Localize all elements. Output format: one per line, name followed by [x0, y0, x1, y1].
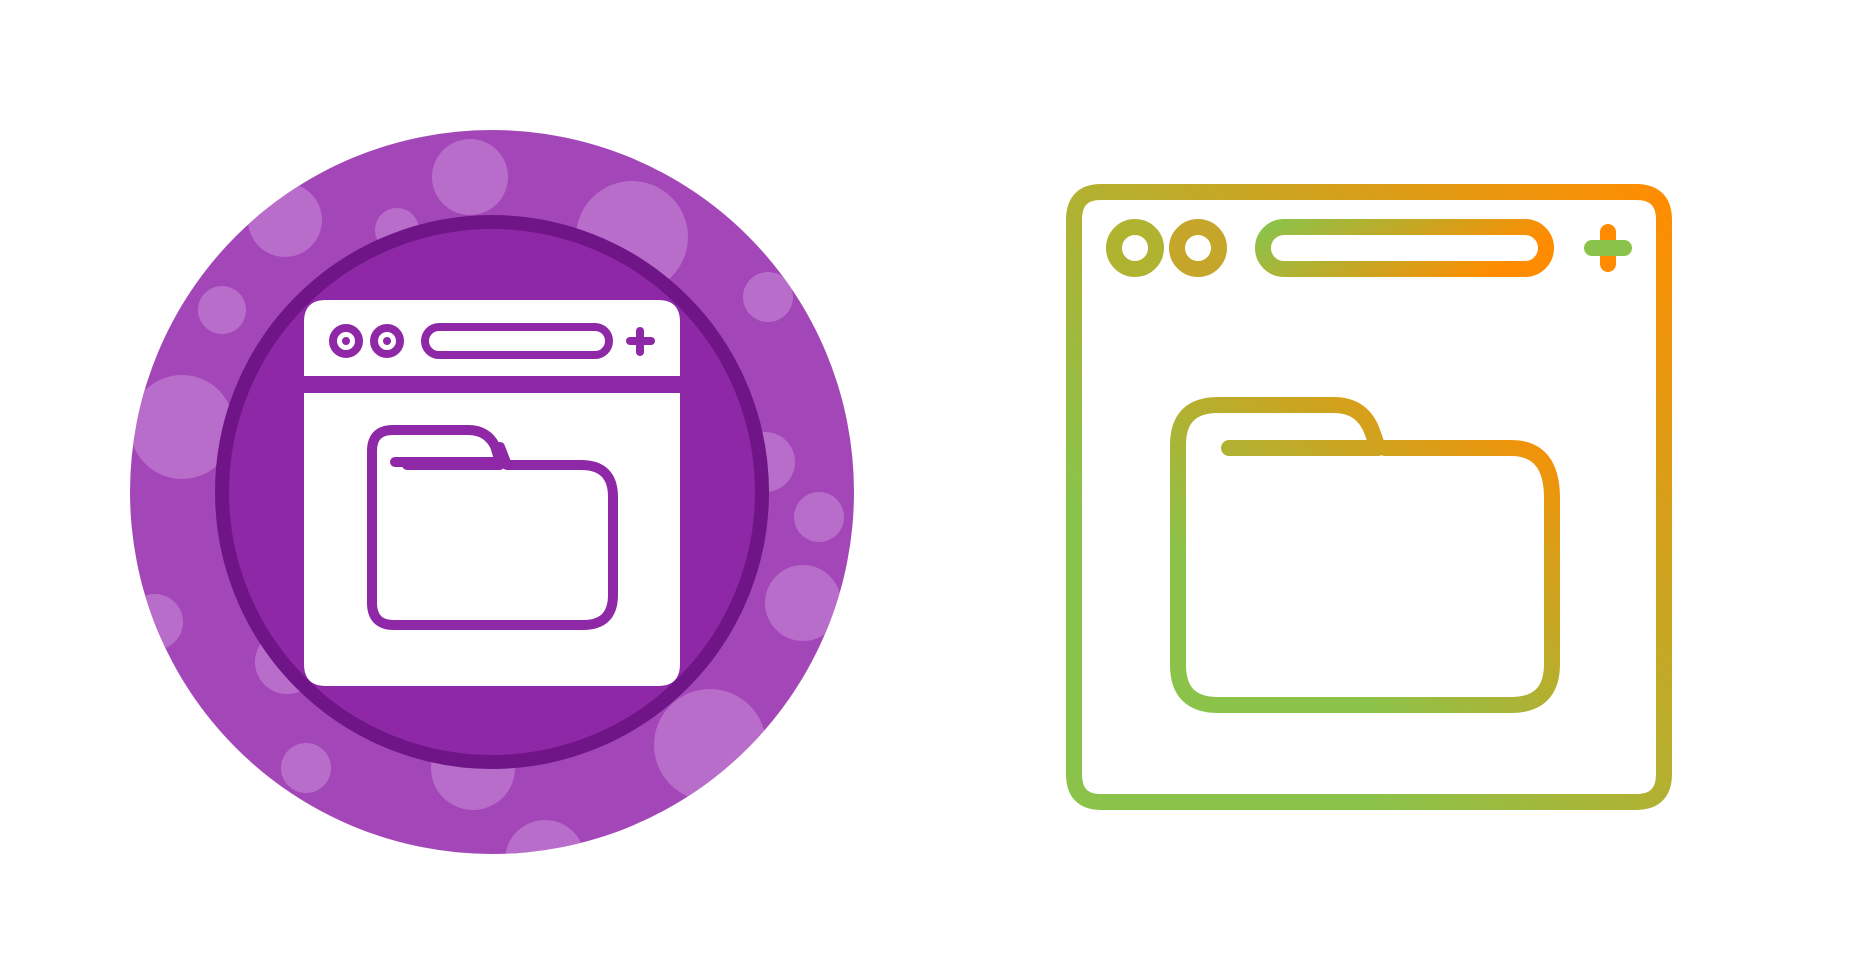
- window-dot-icon: [1169, 219, 1227, 277]
- browser-folder-badge-graphic: [130, 130, 854, 854]
- browser-folder-outline-graphic: [1066, 184, 1672, 810]
- browser-window-glyph: [304, 300, 680, 686]
- browser-folder-badge-icon: [0, 0, 940, 980]
- window-dot-icon: [1106, 219, 1164, 277]
- browser-folder-outline-icon: [1000, 0, 1854, 980]
- address-bar: [1255, 219, 1554, 277]
